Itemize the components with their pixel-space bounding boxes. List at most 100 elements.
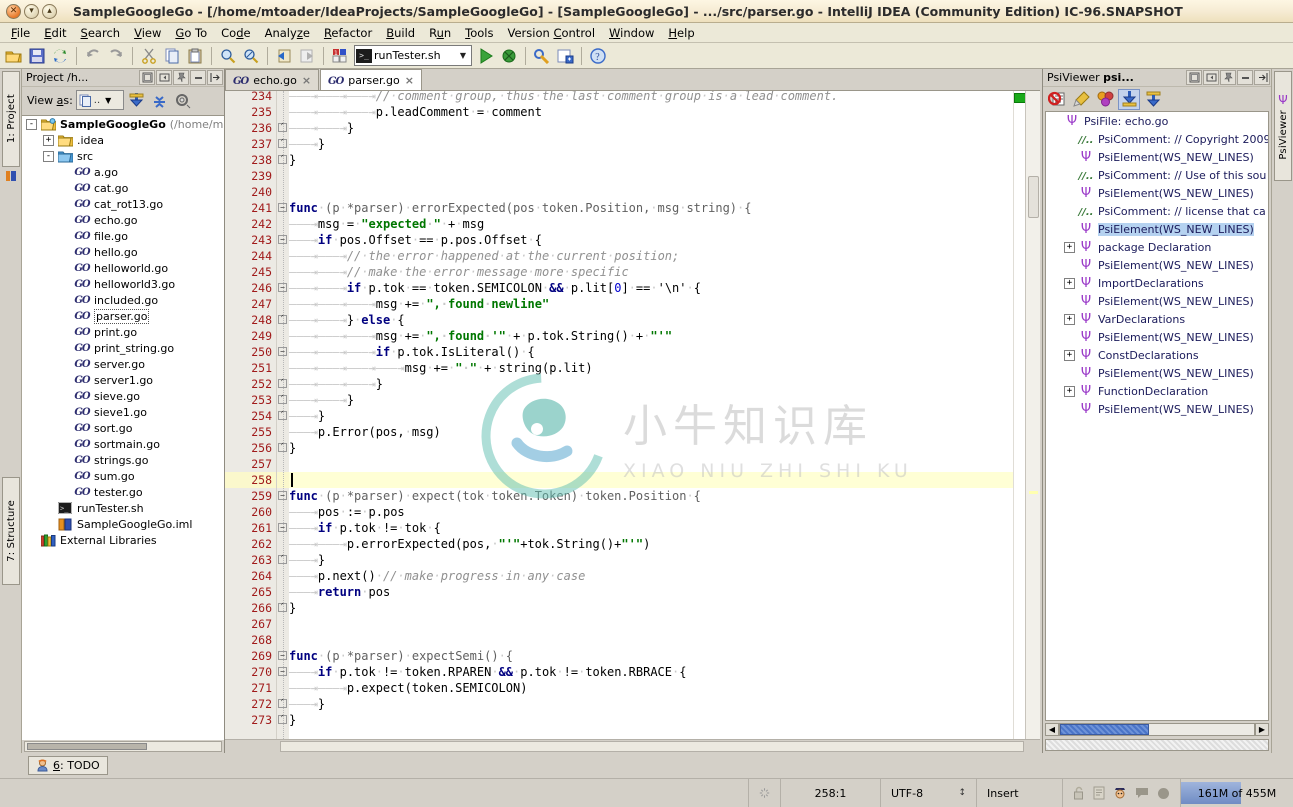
project-tree-item[interactable]: GO print_string.go: [22, 340, 224, 356]
psi-tree-item[interactable]: //.. PsiComment: // Copyright 2009: [1046, 130, 1268, 148]
expand-icon[interactable]: +: [43, 134, 54, 146]
scroll-from-source-icon[interactable]: [1142, 89, 1164, 110]
view-as-combo[interactable]: .. ▼: [75, 90, 124, 110]
editor-tab-parser-go[interactable]: GO parser.go ×: [320, 69, 422, 90]
open-folder-icon[interactable]: [3, 45, 25, 67]
insert-mode-indicator[interactable]: Insert: [977, 779, 1063, 807]
psi-tree-item[interactable]: Ψ PsiElement(WS_NEW_LINES): [1046, 328, 1268, 346]
expand-icon[interactable]: +: [1064, 385, 1075, 397]
collapse-all-icon[interactable]: [150, 90, 170, 110]
project-tree-item[interactable]: - SampleGoogleGo (/home/m: [22, 116, 224, 132]
scroll-thumb[interactable]: [1060, 724, 1150, 735]
project-tree-item[interactable]: GO file.go: [22, 228, 224, 244]
sidebar-tab-structure[interactable]: 7: Structure: [2, 477, 20, 585]
help-icon[interactable]: ?: [587, 45, 609, 67]
psi-horizontal-scrollbar[interactable]: ◀ ▶: [1045, 722, 1269, 737]
project-tree-item[interactable]: GO print.go: [22, 324, 224, 340]
minimize-icon[interactable]: [1237, 70, 1253, 85]
save-all-icon[interactable]: [26, 45, 48, 67]
run-configuration-selector[interactable]: >_ runTester.sh ▼: [354, 45, 472, 66]
psi-tree-item[interactable]: Ψ PsiElement(WS_NEW_LINES): [1046, 364, 1268, 382]
scroll-from-source-icon[interactable]: [127, 90, 147, 110]
scroll-thumb[interactable]: [1028, 176, 1039, 218]
toggle-line-numbers-icon[interactable]: 1: [329, 45, 351, 67]
project-horizontal-scrollbar[interactable]: [22, 740, 224, 753]
psi-tree-item[interactable]: + Ψpackage Declaration: [1046, 238, 1268, 256]
project-tree-item[interactable]: GO parser.go: [22, 308, 224, 324]
event-log-icon[interactable]: [1135, 787, 1149, 799]
editor-horizontal-scrollbar[interactable]: [225, 739, 1040, 753]
close-window-button[interactable]: ✕: [6, 3, 21, 19]
paste-icon[interactable]: [184, 45, 206, 67]
project-tree-item[interactable]: SampleGoogleGo.iml: [22, 516, 224, 532]
editor-fold-column[interactable]: ⌃ ⌃ ⌃ − − − ⌃ − ⌃ ⌃ ⌃ ⌃ − − ⌃ ⌃ − − ⌃ ⌃: [277, 91, 289, 739]
minimize-icon[interactable]: [190, 70, 206, 85]
menu-version-control[interactable]: Version Control: [501, 24, 603, 42]
collapse-panel-icon[interactable]: [156, 70, 172, 85]
project-tree-item[interactable]: GO helloworld3.go: [22, 276, 224, 292]
menu-view[interactable]: View: [127, 24, 168, 42]
memory-indicator[interactable]: 161M of 455M: [1181, 779, 1293, 807]
expand-icon[interactable]: +: [1064, 349, 1075, 361]
maximize-window-button[interactable]: ▴: [42, 3, 57, 19]
project-structure-icon[interactable]: [554, 45, 576, 67]
psi-tree-item[interactable]: + Ψ ImportDeclarations: [1046, 274, 1268, 292]
project-tree-item[interactable]: GO cat_rot13.go: [22, 196, 224, 212]
psi-tree-item[interactable]: Ψ PsiElement(WS_NEW_LINES): [1046, 400, 1268, 418]
project-tree-item[interactable]: + .idea: [22, 132, 224, 148]
project-tree-item[interactable]: GO strings.go: [22, 452, 224, 468]
psi-tree-item[interactable]: Ψ PsiElement(WS_NEW_LINES): [1046, 184, 1268, 202]
project-tree-item[interactable]: GO sum.go: [22, 468, 224, 484]
psi-tree[interactable]: Ψ PsiFile: echo.go //.. PsiComment: // Copy…: [1045, 111, 1269, 721]
psi-tree-item[interactable]: + Ψ FunctionDeclaration: [1046, 382, 1268, 400]
close-tab-icon[interactable]: ×: [302, 74, 311, 87]
psi-tree-item[interactable]: Ψ PsiElement(WS_NEW_LINES): [1046, 220, 1268, 238]
menu-edit[interactable]: Edit: [37, 24, 73, 42]
close-tab-icon[interactable]: ×: [405, 74, 414, 87]
menu-window[interactable]: Window: [602, 24, 661, 42]
project-tree-item[interactable]: GO sieve1.go: [22, 404, 224, 420]
lock-open-icon[interactable]: [1073, 786, 1085, 800]
project-tree-item[interactable]: GO a.go: [22, 164, 224, 180]
project-tree-item[interactable]: GO tester.go: [22, 484, 224, 500]
debug-icon[interactable]: [498, 45, 520, 67]
editor-code[interactable]: ———⇥———⇥———⇥//·comment·group,·thus·the·l…: [289, 91, 1013, 739]
inspector-icon[interactable]: [1113, 786, 1127, 800]
project-tree-item[interactable]: GO cat.go: [22, 180, 224, 196]
collapse-icon[interactable]: -: [43, 150, 54, 162]
psi-tree-item[interactable]: Ψ PsiFile: echo.go: [1046, 112, 1268, 130]
cut-icon[interactable]: [138, 45, 160, 67]
collapse-panel-icon[interactable]: [1203, 70, 1219, 85]
menu-analyze[interactable]: Analyze: [258, 24, 317, 42]
project-tree-item[interactable]: GO sortmain.go: [22, 436, 224, 452]
settings-icon[interactable]: [531, 45, 553, 67]
editor-body[interactable]: 234 235 236 237 238 239 240 241 242 243 244 245 246 2…: [225, 91, 1040, 739]
project-tree-item[interactable]: GO sort.go: [22, 420, 224, 436]
copy-icon[interactable]: [161, 45, 183, 67]
menu-refactor[interactable]: Refactor: [317, 24, 379, 42]
menu-run[interactable]: Run: [422, 24, 458, 42]
scroll-right-arrow[interactable]: ▶: [1255, 723, 1269, 736]
caret-position[interactable]: 258:1: [781, 779, 881, 807]
psi-tree-item[interactable]: + Ψ VarDeclarations: [1046, 310, 1268, 328]
restore-layout-icon[interactable]: [139, 70, 155, 85]
background-tasks-icon[interactable]: [1157, 787, 1170, 800]
menu-goto[interactable]: Go To: [168, 24, 214, 42]
sidebar-tab-project[interactable]: 1: Project: [2, 71, 20, 167]
editor-tab-echo-go[interactable]: GO echo.go ×: [225, 69, 320, 90]
psi-tree-item[interactable]: + Ψ ConstDeclarations: [1046, 346, 1268, 364]
scroll-thumb[interactable]: [27, 743, 147, 750]
scroll-left-arrow[interactable]: ◀: [1045, 723, 1059, 736]
encoding-selector[interactable]: UTF-8 ↕: [881, 779, 977, 807]
menu-code[interactable]: Code: [214, 24, 257, 42]
menu-file[interactable]: File: [4, 24, 37, 42]
psi-tree-item[interactable]: Ψ PsiElement(WS_NEW_LINES): [1046, 292, 1268, 310]
expand-icon[interactable]: +: [1064, 241, 1075, 253]
settings-gear-icon[interactable]: [173, 90, 193, 110]
restore-layout-icon[interactable]: [1186, 70, 1202, 85]
expand-icon[interactable]: +: [1064, 313, 1075, 325]
replace-icon[interactable]: [240, 45, 262, 67]
undo-icon[interactable]: [82, 45, 104, 67]
menu-tools[interactable]: Tools: [458, 24, 500, 42]
project-tree-item[interactable]: GO hello.go: [22, 244, 224, 260]
